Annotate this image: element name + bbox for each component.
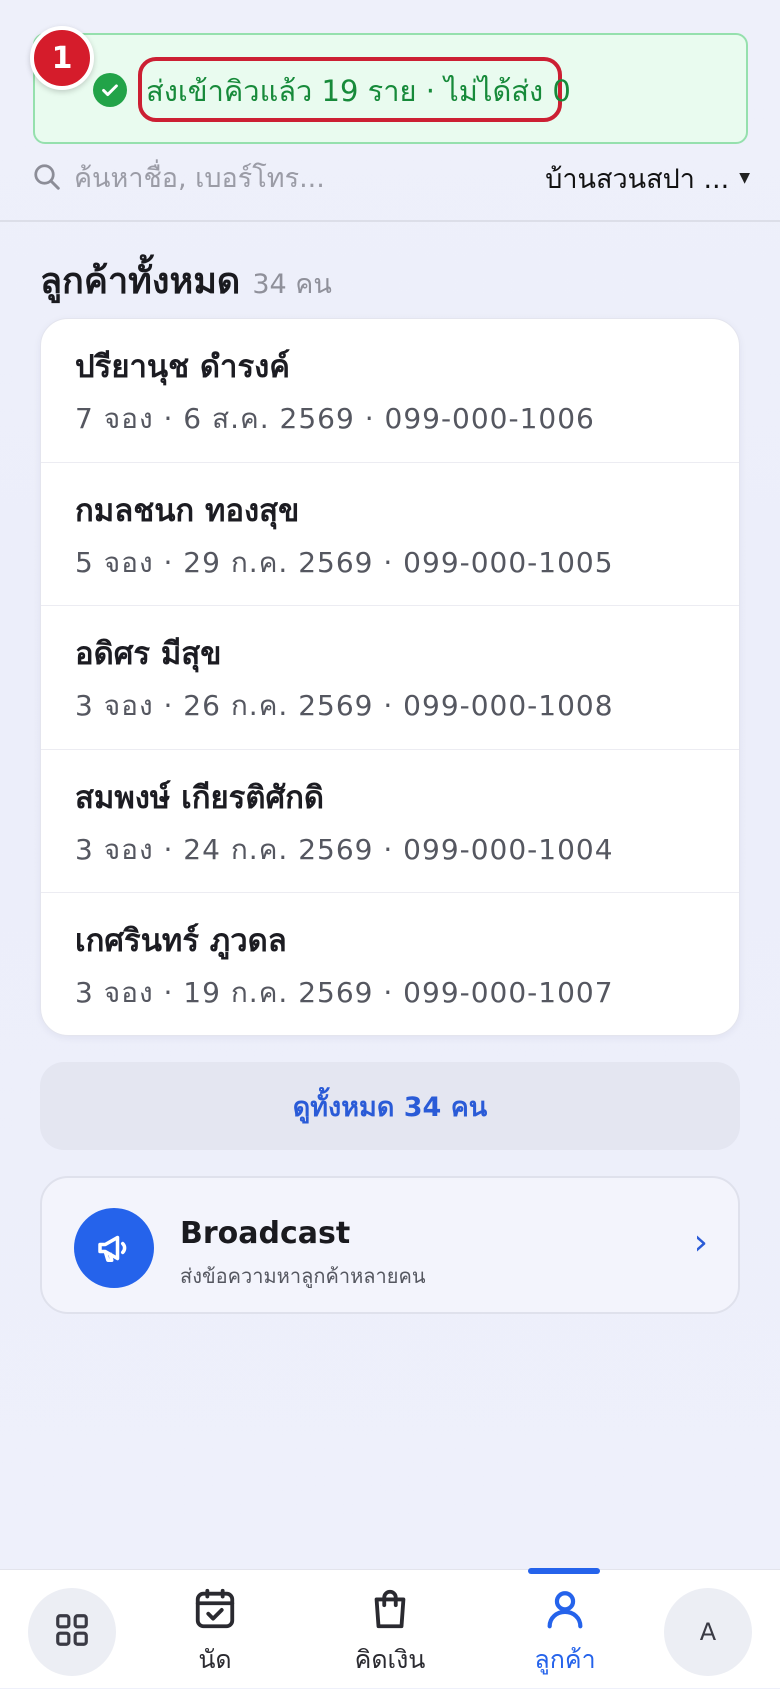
nav-appointments[interactable]: นัด — [172, 1570, 258, 1689]
customer-meta: 3 จอง · 24 ก.ค. 2569 · 099-000-1004 — [75, 832, 614, 866]
customer-row[interactable]: ปรียานุช ดำรงค์ 7 จอง · 6 ส.ค. 2569 · 09… — [41, 319, 739, 463]
user-icon — [542, 1586, 588, 1636]
chevron-right-icon: › — [693, 1222, 708, 1263]
active-tab-indicator — [528, 1568, 600, 1574]
customer-name: สมพงษ์ เกียรติศักดิ — [75, 779, 325, 816]
customer-row[interactable]: สมพงษ์ เกียรติศักดิ 3 จอง · 24 ก.ค. 2569… — [41, 750, 739, 894]
caret-down-icon: ▼ — [739, 170, 750, 186]
customer-count: 34 คน — [252, 269, 332, 300]
nav-label: คิดเงิน — [354, 1645, 426, 1674]
broadcast-subtitle: ส่งข้อความหาลูกค้าหลายคน — [180, 1264, 426, 1288]
step-badge: 1 — [30, 26, 94, 90]
grid-icon — [53, 1611, 91, 1653]
customer-row[interactable]: เกศรินทร์ ภูวดล 3 จอง · 19 ก.ค. 2569 · 0… — [41, 893, 739, 1035]
bottom-nav: นัด คิดเงิน ลูกค้า A — [0, 1569, 780, 1688]
apps-button[interactable] — [28, 1588, 116, 1676]
customer-row[interactable]: อดิศร มีสุข 3 จอง · 26 ก.ค. 2569 · 099-0… — [41, 606, 739, 750]
customer-meta: 3 จอง · 19 ก.ค. 2569 · 099-000-1007 — [75, 976, 614, 1010]
search-input[interactable] — [72, 158, 452, 198]
nav-label: นัด — [198, 1645, 232, 1674]
calendar-check-icon — [192, 1586, 238, 1636]
broadcast-title: Broadcast — [180, 1216, 351, 1251]
nav-customers[interactable]: ลูกค้า — [524, 1570, 606, 1689]
customer-meta: 5 จอง · 29 ก.ค. 2569 · 099-000-1005 — [75, 545, 614, 579]
branch-label: บ้านสวนสปา ... — [545, 163, 730, 195]
section-header: ลูกค้าทั้งหมด 34 คน — [40, 252, 332, 309]
toast-message: ส่งเข้าคิวแล้ว 19 ราย · ไม่ได้ส่ง 0 — [146, 74, 571, 108]
customer-meta: 7 จอง · 6 ส.ค. 2569 · 099-000-1006 — [75, 402, 595, 435]
success-toast: ส่งเข้าคิวแล้ว 19 ราย · ไม่ได้ส่ง 0 — [33, 33, 748, 144]
check-circle-icon — [93, 73, 127, 107]
customer-name: ปรียานุช ดำรงค์ — [75, 349, 290, 385]
customer-meta: 3 จอง · 26 ก.ค. 2569 · 099-000-1008 — [75, 689, 614, 723]
avatar[interactable]: A — [664, 1588, 752, 1676]
nav-checkout[interactable]: คิดเงิน — [340, 1570, 440, 1689]
branch-dropdown[interactable]: บ้านสวนสปา ... ▼ — [545, 158, 750, 198]
customer-name: อดิศร มีสุข — [75, 636, 222, 673]
broadcast-card[interactable]: Broadcast ส่งข้อความหาลูกค้าหลายคน › — [40, 1176, 740, 1314]
search-bar: บ้านสวนสปา ... ▼ — [0, 150, 780, 222]
megaphone-icon — [74, 1208, 154, 1288]
section-title: ลูกค้าทั้งหมด — [40, 261, 241, 302]
customer-name: เกศรินทร์ ภูวดล — [75, 923, 287, 960]
nav-label: ลูกค้า — [534, 1645, 596, 1674]
avatar-letter: A — [699, 1618, 717, 1646]
view-all-button[interactable]: ดูทั้งหมด 34 คน — [40, 1062, 740, 1150]
shopping-bag-icon — [367, 1586, 413, 1636]
customer-row[interactable]: กมลชนก ทองสุข 5 จอง · 29 ก.ค. 2569 · 099… — [41, 463, 739, 607]
customer-name: กมลชนก ทองสุข — [75, 492, 300, 529]
search-icon — [32, 162, 62, 196]
customer-list: ปรียานุช ดำรงค์ 7 จอง · 6 ส.ค. 2569 · 09… — [40, 318, 740, 1036]
